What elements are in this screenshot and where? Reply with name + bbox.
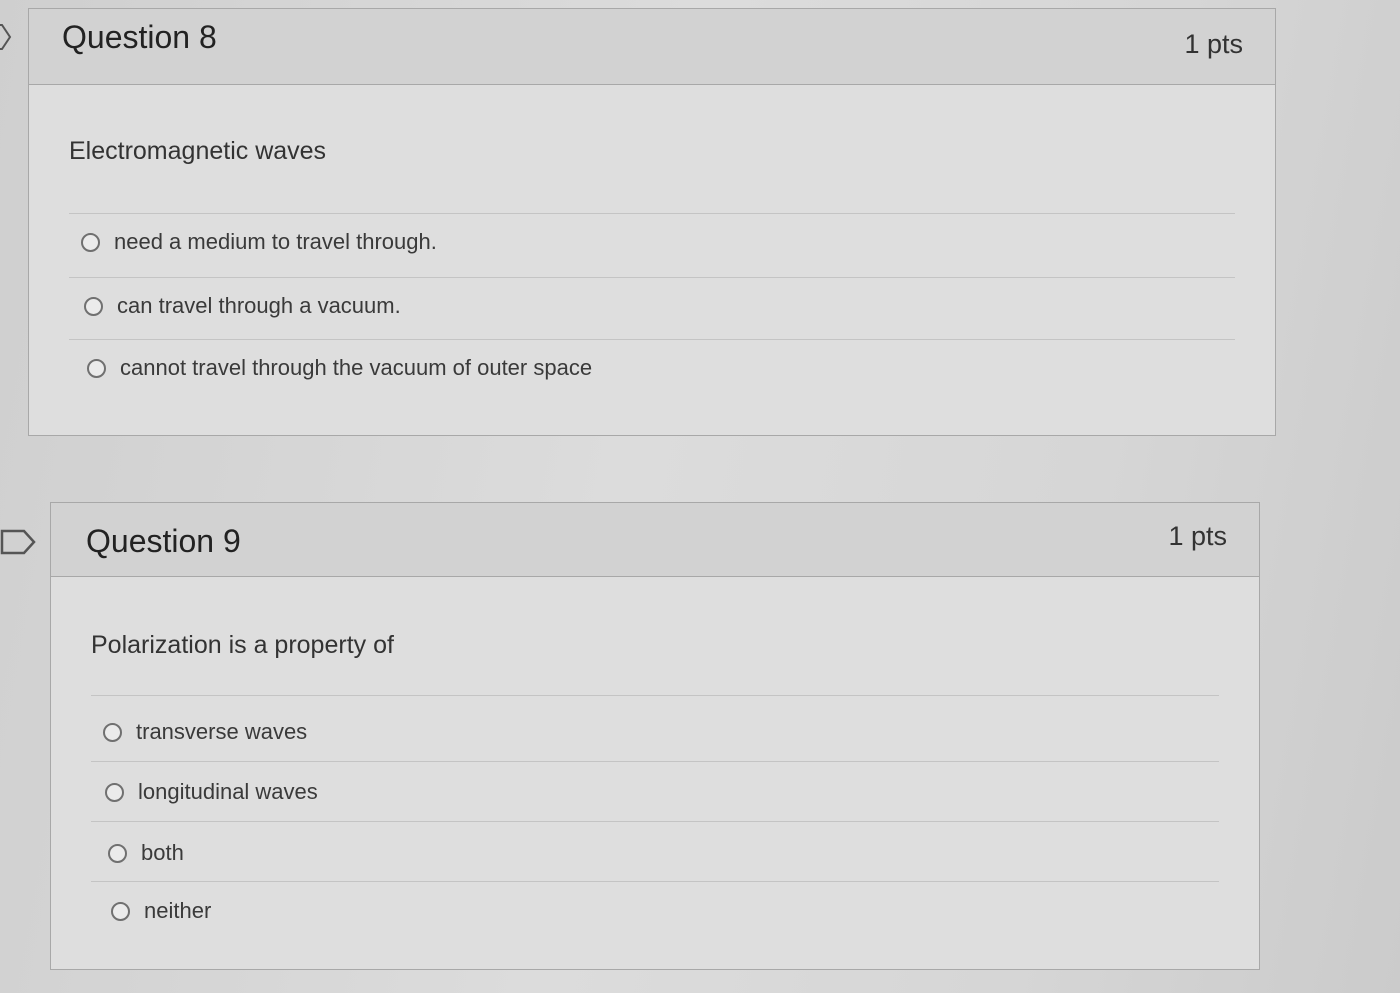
divider (91, 695, 1219, 696)
divider (69, 277, 1235, 278)
divider (69, 339, 1235, 340)
question-body: Polarization is a property of transverse… (51, 577, 1259, 969)
question-8: Question 8 1 pts Electromagnetic waves n… (28, 8, 1276, 436)
answer-option[interactable]: need a medium to travel through. (81, 229, 437, 255)
answer-label: both (141, 840, 184, 865)
radio-button[interactable] (81, 232, 100, 252)
flag-question-icon[interactable] (0, 22, 12, 52)
answer-option[interactable]: can travel through a vacuum. (84, 293, 401, 319)
question-title: Question 8 (62, 19, 217, 55)
question-points: 1 pts (1168, 521, 1227, 551)
radio-button[interactable] (111, 901, 130, 921)
question-body: Electromagnetic waves need a medium to t… (29, 85, 1275, 435)
answer-option[interactable]: longitudinal waves (105, 779, 318, 805)
answer-option[interactable]: neither (111, 898, 211, 924)
answer-label: neither (144, 898, 212, 923)
question-header: Question 9 1 pts (51, 503, 1259, 577)
answer-label: need a medium to travel through. (114, 229, 437, 254)
divider (91, 761, 1219, 762)
answer-label: cannot travel through the vacuum of oute… (120, 355, 593, 380)
radio-button[interactable] (84, 296, 103, 316)
answer-label: longitudinal waves (138, 779, 318, 804)
answer-label: can travel through a vacuum. (117, 293, 401, 318)
question-text: Electromagnetic waves (69, 137, 327, 165)
radio-button[interactable] (105, 782, 124, 802)
answer-option[interactable]: cannot travel through the vacuum of oute… (87, 355, 592, 381)
radio-button[interactable] (108, 843, 127, 863)
radio-button[interactable] (103, 722, 122, 742)
divider (91, 881, 1219, 882)
question-title: Question 9 (86, 523, 241, 559)
question-points: 1 pts (1184, 29, 1243, 59)
divider (91, 821, 1219, 822)
answer-option[interactable]: transverse waves (103, 719, 307, 745)
answer-option[interactable]: both (108, 840, 184, 866)
question-header: Question 8 1 pts (29, 9, 1275, 85)
question-text: Polarization is a property of (91, 631, 394, 659)
radio-button[interactable] (87, 358, 106, 378)
divider (69, 213, 1235, 214)
question-9: Question 9 1 pts Polarization is a prope… (50, 502, 1260, 970)
answer-label: transverse waves (136, 719, 308, 744)
flag-question-icon[interactable] (0, 528, 38, 556)
